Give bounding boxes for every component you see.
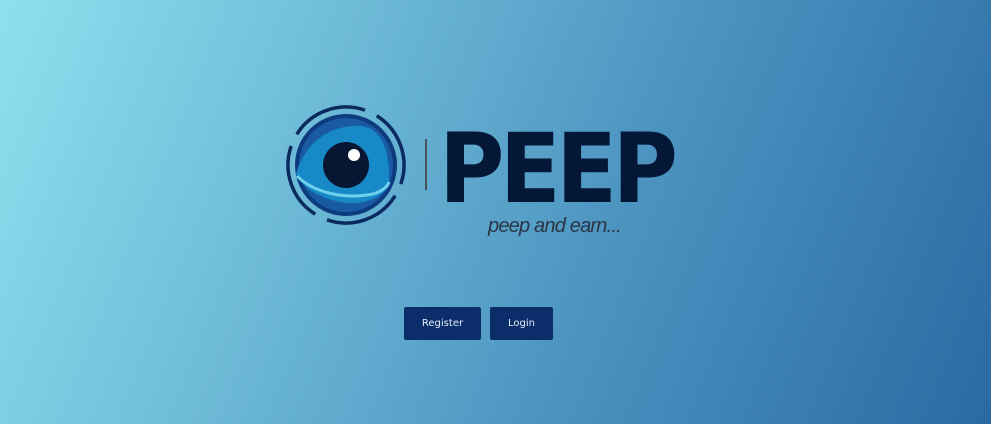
logo-divider <box>425 139 427 190</box>
brand-tagline: peep and earn... <box>488 215 622 237</box>
register-button[interactable]: Register <box>404 307 481 340</box>
login-button[interactable]: Login <box>490 307 553 340</box>
eye-icon <box>286 105 406 225</box>
brand-logo: PEEP peep and earn... <box>283 102 683 242</box>
brand-wordmark: PEEP <box>439 113 678 225</box>
